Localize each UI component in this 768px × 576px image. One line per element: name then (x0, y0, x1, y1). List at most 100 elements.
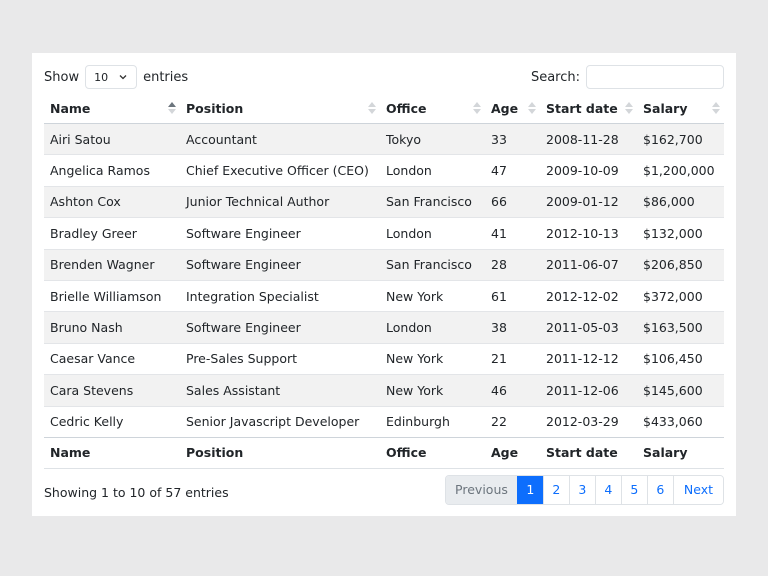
cell-start-date: 2012-03-29 (540, 405, 637, 438)
sort-ascending-icon (168, 102, 176, 114)
table-row[interactable]: Angelica Ramos Chief Executive Officer (C… (44, 154, 724, 187)
next-page-button[interactable]: Next (672, 476, 723, 504)
search-input[interactable] (586, 65, 724, 89)
cell-start-date: 2009-01-12 (540, 185, 637, 218)
cell-office: Edinburgh (380, 405, 485, 438)
cell-position: Software Engineer (180, 217, 380, 250)
page-button-1[interactable]: 1 (516, 476, 543, 504)
cell-salary: $106,450 (637, 342, 724, 375)
cell-name: Bruno Nash (44, 311, 180, 344)
previous-page-button[interactable]: Previous (446, 476, 517, 504)
cell-age: 66 (485, 185, 540, 218)
cell-salary: $145,600 (637, 374, 724, 407)
cell-salary: $1,200,000 (637, 154, 724, 187)
cell-name: Airi Satou (44, 123, 180, 155)
entries-per-page-value: 10 (94, 70, 109, 84)
table-header: Name Position Office Age Start date Salary (44, 93, 724, 124)
cell-start-date: 2012-12-02 (540, 279, 637, 312)
cell-name: Caesar Vance (44, 342, 180, 375)
sort-icon (625, 102, 633, 114)
cell-name: Ashton Cox (44, 185, 180, 218)
entries-per-page-select[interactable]: 10 (85, 65, 138, 89)
cell-office: London (380, 217, 485, 250)
search-label: Search: (530, 69, 580, 85)
page-button-3[interactable]: 3 (568, 476, 595, 504)
column-header-office[interactable]: Office (380, 93, 485, 124)
cell-office: San Francisco (380, 248, 485, 281)
cell-name: Angelica Ramos (44, 154, 180, 187)
cell-salary: $86,000 (637, 185, 724, 218)
column-header-label: Name (50, 100, 91, 116)
column-header-label: Office (386, 100, 427, 116)
cell-name: Cedric Kelly (44, 405, 180, 438)
cell-position: Accountant (180, 123, 380, 155)
cell-office: New York (380, 342, 485, 375)
page-button-4[interactable]: 4 (594, 476, 621, 504)
cell-start-date: 2011-05-03 (540, 311, 637, 344)
cell-age: 61 (485, 279, 540, 312)
cell-office: Tokyo (380, 123, 485, 155)
column-header-label: Position (186, 100, 244, 116)
cell-salary: $162,700 (637, 123, 724, 155)
entries-length-control: Show 10 entries (44, 65, 188, 89)
entries-label: entries (143, 69, 189, 85)
table-row[interactable]: Brielle Williamson Integration Specialist… (44, 279, 724, 312)
cell-name: Brenden Wagner (44, 248, 180, 281)
cell-office: New York (380, 279, 485, 312)
cell-start-date: 2011-12-12 (540, 342, 637, 375)
column-header-age[interactable]: Age (485, 93, 540, 124)
page-button-2[interactable]: 2 (542, 476, 569, 504)
cell-position: Senior Javascript Developer (180, 405, 380, 438)
cell-name: Bradley Greer (44, 217, 180, 250)
sort-icon (368, 102, 376, 114)
cell-position: Sales Assistant (180, 374, 380, 407)
cell-salary: $372,000 (637, 279, 724, 312)
cell-age: 46 (485, 374, 540, 407)
cell-name: Brielle Williamson (44, 279, 180, 312)
table-row[interactable]: Airi Satou Accountant Tokyo 33 2008-11-28 $16… (44, 123, 724, 155)
column-header-salary[interactable]: Salary (637, 93, 724, 124)
footer-header-office: Office (380, 436, 485, 469)
cell-position: Integration Specialist (180, 279, 380, 312)
table-row[interactable]: Brenden Wagner Software Engineer San Franc… (44, 248, 724, 281)
table-controls: Show 10 entries Search: (44, 65, 724, 89)
search-control: Search: (531, 65, 724, 89)
cell-salary: $132,000 (637, 217, 724, 250)
footer-header-age: Age (485, 436, 540, 469)
cell-position: Chief Executive Officer (CEO) (180, 154, 380, 187)
table-row[interactable]: Cara Stevens Sales Assistant New York 46 201… (44, 374, 724, 407)
column-header-position[interactable]: Position (180, 93, 380, 124)
cell-age: 41 (485, 217, 540, 250)
column-header-label: Start date (546, 100, 618, 116)
column-header-start-date[interactable]: Start date (540, 93, 637, 124)
table-row[interactable]: Bradley Greer Software Engineer London 41 20… (44, 217, 724, 250)
column-header-label: Age (491, 100, 519, 116)
cell-age: 38 (485, 311, 540, 344)
cell-age: 47 (485, 154, 540, 187)
page-button-6[interactable]: 6 (646, 476, 673, 504)
table-row[interactable]: Caesar Vance Pre-Sales Support New York 21 2… (44, 342, 724, 375)
cell-position: Software Engineer (180, 311, 380, 344)
cell-start-date: 2012-10-13 (540, 217, 637, 250)
cell-salary: $206,850 (637, 248, 724, 281)
page-button-5[interactable]: 5 (620, 476, 647, 504)
cell-age: 21 (485, 342, 540, 375)
table-body: Airi Satou Accountant Tokyo 33 2008-11-28 $16… (44, 123, 724, 438)
table-info: Showing 1 to 10 of 57 entries (44, 485, 229, 500)
cell-office: London (380, 311, 485, 344)
show-label: Show (44, 69, 80, 85)
cell-start-date: 2009-10-09 (540, 154, 637, 187)
table-row[interactable]: Bruno Nash Software Engineer London 38 2011-… (44, 311, 724, 344)
cell-age: 33 (485, 123, 540, 155)
sort-icon (473, 102, 481, 114)
data-table: Name Position Office Age Start date Salary Ai… (44, 93, 724, 469)
table-row[interactable]: Cedric Kelly Senior Javascript Developer E… (44, 405, 724, 438)
pagination: Previous 1 2 3 4 5 6 Next (445, 475, 724, 505)
cell-salary: $433,060 (637, 405, 724, 438)
table-footer: Name Position Office Age Start date Salary (44, 436, 724, 469)
footer-header-name: Name (44, 436, 180, 469)
table-row[interactable]: Ashton Cox Junior Technical Author San Fra… (44, 185, 724, 218)
footer-header-position: Position (180, 436, 380, 469)
column-header-name[interactable]: Name (44, 93, 180, 124)
sort-icon (712, 102, 720, 114)
